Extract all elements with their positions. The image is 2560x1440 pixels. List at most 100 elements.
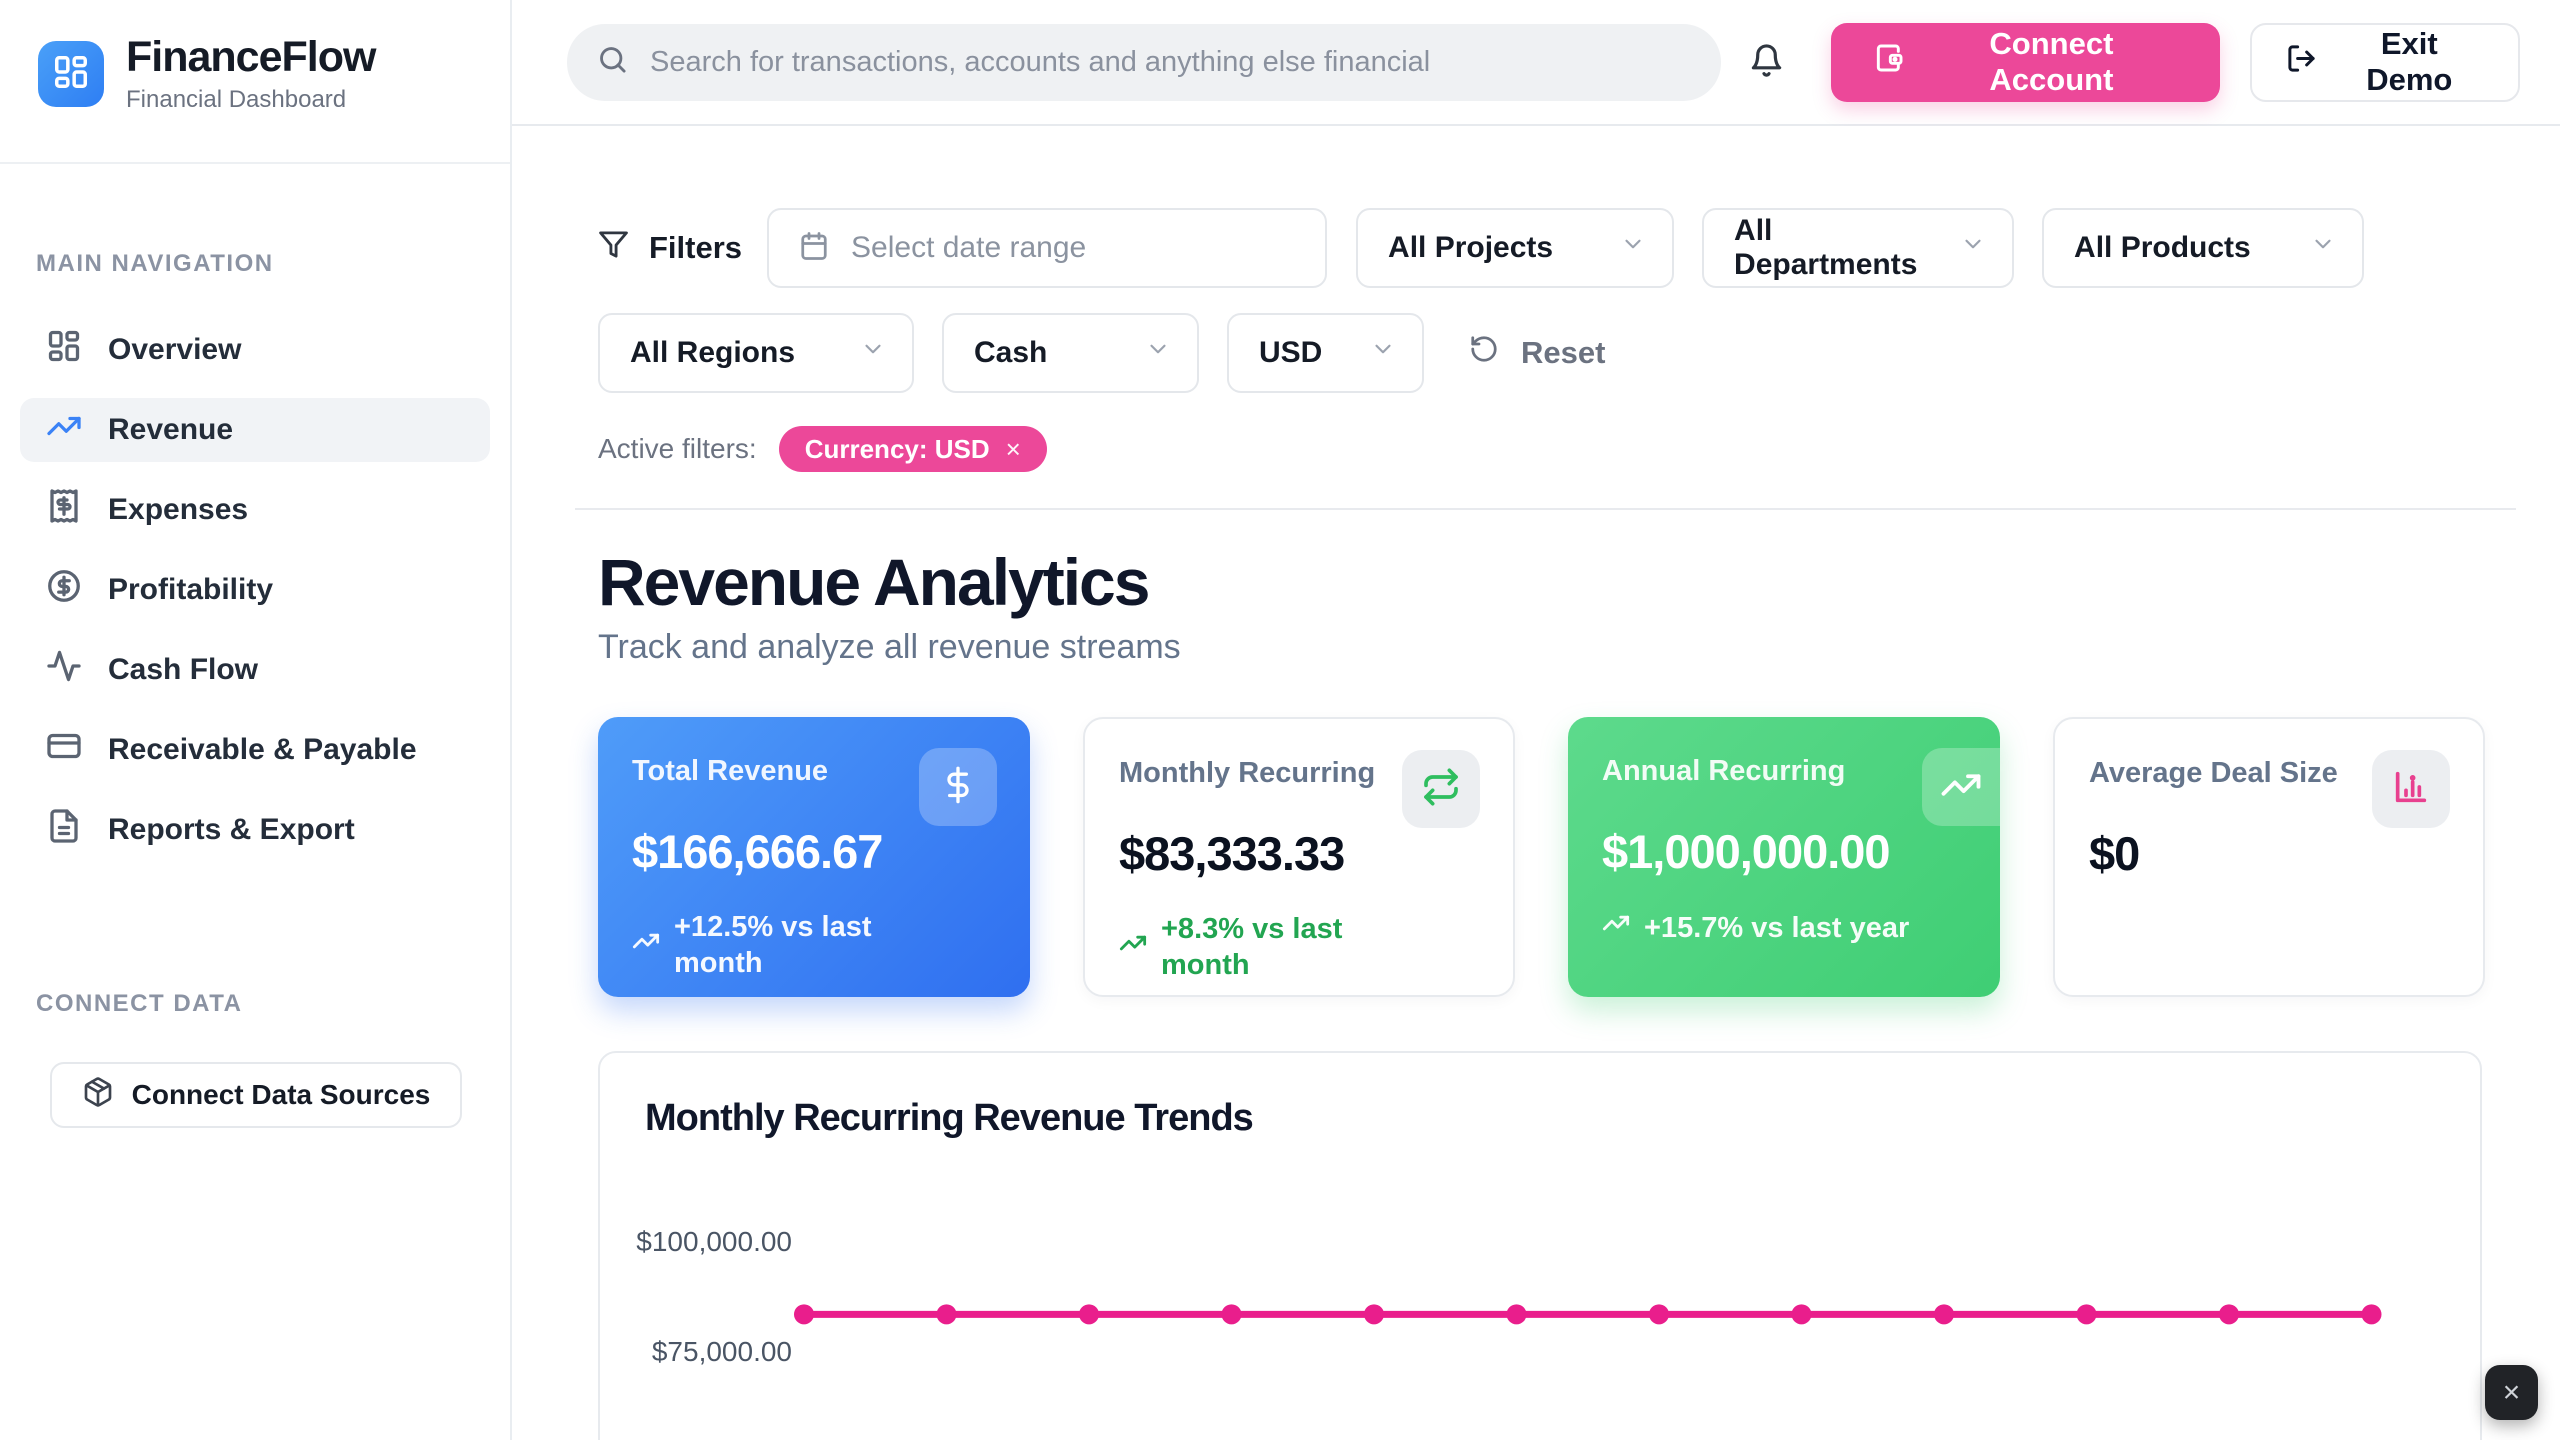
metric-icon-badge bbox=[1922, 748, 2000, 826]
rotate-ccw-icon bbox=[1469, 334, 1499, 372]
connect-account-label: Connect Account bbox=[1925, 26, 2177, 98]
search-icon bbox=[597, 44, 628, 80]
trending-up-icon bbox=[1940, 764, 1982, 811]
search-input[interactable] bbox=[650, 46, 1691, 79]
close-icon[interactable]: × bbox=[1006, 434, 1021, 465]
app-logo bbox=[38, 41, 104, 107]
account-type-select-value: Cash bbox=[974, 336, 1047, 370]
funnel-icon bbox=[598, 229, 629, 268]
sidebar-item-profitability[interactable]: Profitability bbox=[20, 558, 490, 622]
trending-up-icon bbox=[1602, 909, 1630, 946]
connect-account-button[interactable]: Connect Account bbox=[1831, 23, 2219, 102]
trending-up-icon bbox=[1119, 929, 1147, 966]
currency-select[interactable]: USD bbox=[1227, 313, 1424, 393]
connect-data-header: CONNECT DATA bbox=[36, 990, 510, 1018]
bar-chart-icon bbox=[2391, 767, 2431, 812]
chevron-down-icon bbox=[860, 336, 886, 370]
metric-card-monthly-recurring: Monthly Recurring $83,333.33 +8.3% vs la… bbox=[1083, 717, 1515, 997]
metric-value: $1,000,000.00 bbox=[1602, 824, 1966, 879]
currency-select-value: USD bbox=[1259, 336, 1322, 370]
mrr-data-point[interactable] bbox=[1934, 1304, 1954, 1324]
filters-row-1: Filters All Projects All Departments All… bbox=[598, 208, 2496, 288]
metric-value: $166,666.67 bbox=[632, 824, 996, 879]
activity-icon bbox=[46, 648, 82, 692]
dashboard-grid-icon bbox=[46, 328, 82, 372]
metric-change-text: +12.5% vs last month bbox=[674, 909, 894, 982]
account-type-select[interactable]: Cash bbox=[942, 313, 1199, 393]
chevron-down-icon bbox=[1960, 231, 1986, 265]
metric-change: +12.5% vs last month bbox=[632, 909, 894, 982]
main-content: Filters All Projects All Departments All… bbox=[512, 126, 2560, 1440]
mrr-data-point[interactable] bbox=[1364, 1304, 1384, 1324]
mrr-data-point[interactable] bbox=[2219, 1304, 2239, 1324]
connect-data-sources-label: Connect Data Sources bbox=[132, 1079, 431, 1111]
top-bar: Connect Account Exit Demo bbox=[512, 0, 2560, 126]
metric-change-text: +15.7% vs last year bbox=[1644, 910, 1909, 946]
section-divider bbox=[575, 508, 2516, 510]
metric-cards: Total Revenue $166,666.67 +12.5% vs last… bbox=[598, 717, 2496, 997]
credit-card-icon bbox=[46, 728, 82, 772]
sidebar-item-label: Revenue bbox=[108, 413, 233, 447]
page-subtitle: Track and analyze all revenue streams bbox=[598, 628, 2496, 667]
sidebar-item-receivable-payable[interactable]: Receivable & Payable bbox=[20, 718, 490, 782]
departments-select[interactable]: All Departments bbox=[1702, 208, 2014, 288]
sidebar-item-overview[interactable]: Overview bbox=[20, 318, 490, 382]
projects-select[interactable]: All Projects bbox=[1356, 208, 1674, 288]
notifications-button[interactable] bbox=[1749, 43, 1784, 81]
metric-value: $0 bbox=[2089, 826, 2449, 881]
overlay-close-button[interactable]: × bbox=[2485, 1365, 2538, 1420]
sidebar-item-label: Overview bbox=[108, 333, 241, 367]
active-filter-chip-currency[interactable]: Currency: USD × bbox=[779, 426, 1047, 472]
trending-up-icon bbox=[46, 408, 82, 452]
reset-filters-button[interactable]: Reset bbox=[1469, 334, 1605, 372]
mrr-data-point[interactable] bbox=[2362, 1304, 2382, 1324]
products-select[interactable]: All Products bbox=[2042, 208, 2364, 288]
brand-header: FinanceFlow Financial Dashboard bbox=[0, 0, 510, 164]
sidebar-item-expenses[interactable]: Expenses bbox=[20, 478, 490, 542]
app-title: FinanceFlow bbox=[126, 34, 375, 81]
calendar-icon bbox=[799, 231, 829, 266]
exit-demo-label: Exit Demo bbox=[2335, 26, 2484, 98]
date-range-input[interactable] bbox=[851, 231, 1295, 265]
active-filters-row: Active filters: Currency: USD × bbox=[598, 426, 2496, 472]
mrr-data-point[interactable] bbox=[1792, 1304, 1812, 1324]
main-navigation-header: MAIN NAVIGATION bbox=[36, 250, 510, 278]
chevron-down-icon bbox=[1620, 231, 1646, 265]
metric-card-total-revenue: Total Revenue $166,666.67 +12.5% vs last… bbox=[598, 717, 1030, 997]
regions-select[interactable]: All Regions bbox=[598, 313, 914, 393]
sidebar-item-label: Cash Flow bbox=[108, 653, 258, 687]
wallet-icon bbox=[1873, 42, 1905, 82]
metric-value: $83,333.33 bbox=[1119, 826, 1479, 881]
receipt-icon bbox=[46, 488, 82, 532]
active-filters-label: Active filters: bbox=[598, 433, 757, 465]
file-text-icon bbox=[46, 808, 82, 852]
app-tagline: Financial Dashboard bbox=[126, 86, 375, 114]
sidebar-item-reports-export[interactable]: Reports & Export bbox=[20, 798, 490, 862]
mrr-data-point[interactable] bbox=[1649, 1304, 1669, 1324]
mrr-data-point[interactable] bbox=[1222, 1304, 1242, 1324]
metric-change: +8.3% vs last month bbox=[1119, 911, 1381, 984]
regions-select-value: All Regions bbox=[630, 336, 795, 370]
global-search[interactable] bbox=[567, 24, 1721, 101]
mrr-data-point[interactable] bbox=[937, 1304, 957, 1324]
close-icon: × bbox=[2503, 1376, 2521, 1410]
mrr-data-point[interactable] bbox=[1507, 1304, 1527, 1324]
sidebar-item-revenue[interactable]: Revenue bbox=[20, 398, 490, 462]
date-range-picker[interactable] bbox=[767, 208, 1327, 288]
chip-label: Currency: USD bbox=[805, 434, 990, 465]
sidebar-item-cash-flow[interactable]: Cash Flow bbox=[20, 638, 490, 702]
mrr-data-point[interactable] bbox=[1079, 1304, 1099, 1324]
chevron-down-icon bbox=[1370, 336, 1396, 370]
metric-card-annual-recurring: Annual Recurring $1,000,000.00 +15.7% vs… bbox=[1568, 717, 2000, 997]
main-navigation: Overview Revenue Expenses Profitability … bbox=[0, 318, 510, 862]
mrr-data-point[interactable] bbox=[2077, 1304, 2097, 1324]
mrr-data-point[interactable] bbox=[794, 1304, 814, 1324]
y-axis-tick-label: $75,000.00 bbox=[652, 1336, 792, 1367]
metric-change: +15.7% vs last year bbox=[1602, 909, 1966, 946]
connect-data-sources-button[interactable]: Connect Data Sources bbox=[50, 1062, 462, 1128]
departments-select-value: All Departments bbox=[1734, 214, 1960, 282]
projects-select-value: All Projects bbox=[1388, 231, 1553, 265]
y-axis-tick-label: $100,000.00 bbox=[636, 1226, 792, 1257]
bell-icon bbox=[1749, 43, 1784, 81]
exit-demo-button[interactable]: Exit Demo bbox=[2250, 23, 2520, 102]
